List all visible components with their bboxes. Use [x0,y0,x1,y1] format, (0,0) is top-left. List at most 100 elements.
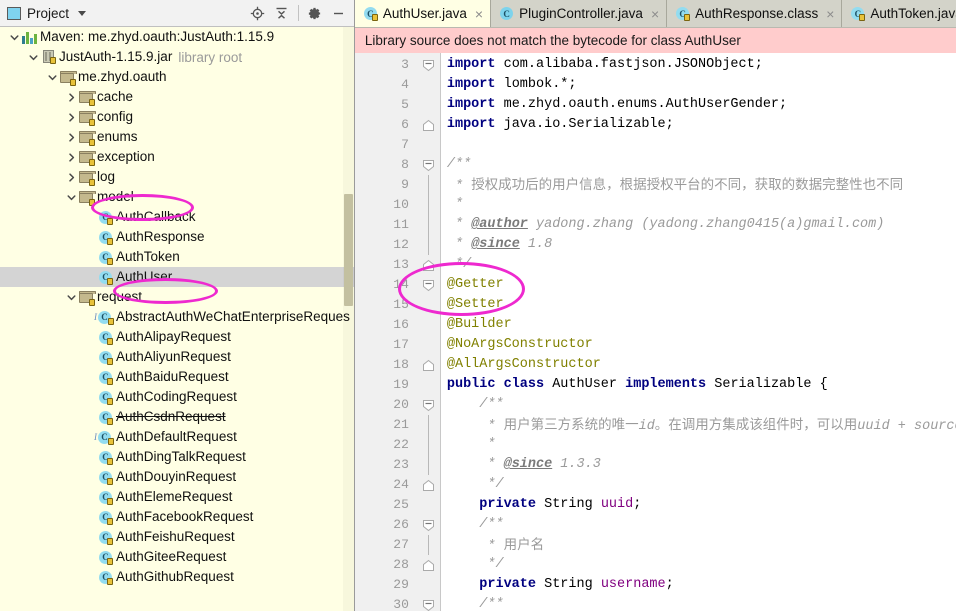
code-line[interactable]: /** [447,595,503,611]
gear-icon[interactable] [304,2,326,24]
editor-tab[interactable]: C AuthUser.java × [354,0,492,27]
project-panel-title-group[interactable]: Project [7,6,247,21]
minimize-icon[interactable] [328,2,350,24]
code-line[interactable]: import lombok.*; [447,75,577,95]
code-line[interactable]: * 用户名 [447,535,544,555]
tree-row[interactable]: C AuthResponse [0,227,354,247]
chevron-right-icon[interactable] [65,87,78,107]
tree-row[interactable]: JustAuth-1.15.9.jar library root [0,47,354,67]
tree-item-label: exception [97,149,155,164]
code-line[interactable]: import java.io.Serializable; [447,115,674,135]
code-line[interactable]: */ [447,255,471,275]
chevron-down-icon[interactable] [65,187,78,207]
tree-row[interactable]: C AuthDouyinRequest [0,467,354,487]
scrollbar-thumb[interactable] [343,194,353,306]
code-line[interactable]: @Getter [447,275,504,295]
tree-row[interactable]: C AuthCodingRequest [0,387,354,407]
tree-row[interactable]: C AuthAliyunRequest [0,347,354,367]
code-line[interactable]: * [447,435,495,455]
tree-row[interactable]: Maven: me.zhyd.oauth:JustAuth:1.15.9 [0,27,354,47]
code-line[interactable]: * @since 1.3.3 [447,455,600,475]
code-line[interactable]: * 用户第三方系统的唯一id。在调用方集成该组件时，可以用uuid + sour… [447,415,956,435]
fold-end-icon[interactable] [422,479,435,492]
tree-row[interactable]: request [0,287,354,307]
code-view[interactable]: 3 4 5 6 7 8 9 10 11 12 13 14 15 16 17 18 19 20 21 22 23 24 25 2… [354,53,956,611]
fold-collapse-icon[interactable] [422,279,435,292]
locate-icon[interactable] [247,2,269,24]
tree-row-selected[interactable]: C AuthUser [0,267,354,287]
close-icon[interactable]: × [475,7,483,21]
project-tree-scrollbar[interactable] [343,27,354,611]
tree-row[interactable]: C AuthToken [0,247,354,267]
tree-row[interactable]: C AuthFeishuRequest [0,527,354,547]
code-line[interactable]: @Setter [447,295,504,315]
code-line[interactable]: */ [447,555,503,575]
close-icon[interactable]: × [826,7,834,21]
code-line[interactable]: /** [447,155,471,175]
fold-collapse-icon[interactable] [422,159,435,172]
tree-row[interactable]: exception [0,147,354,167]
tree-row[interactable]: C AuthDingTalkRequest [0,447,354,467]
chevron-down-icon[interactable] [65,287,78,307]
tree-row[interactable]: C AuthGithubRequest [0,567,354,587]
tree-row[interactable]: C AuthElemeRequest [0,487,354,507]
tree-row[interactable]: me.zhyd.oauth [0,67,354,87]
code-line[interactable]: import me.zhyd.oauth.enums.AuthUserGende… [447,95,787,115]
editor-tab[interactable]: CAuthToken.java× [842,0,956,27]
code-line[interactable]: @Builder [447,315,512,335]
code-line[interactable]: import com.alibaba.fastjson.JSONObject; [447,55,763,75]
close-icon[interactable]: × [651,7,659,21]
code-line[interactable]: */ [447,475,503,495]
tree-row[interactable]: C AuthBaiduRequest [0,367,354,387]
code-line[interactable]: private String username; [447,575,673,595]
chevron-right-icon[interactable] [65,127,78,147]
fold-end-icon[interactable] [422,259,435,272]
collapse-all-icon[interactable] [271,2,293,24]
code-token: 用户第三方系统的唯一 [503,417,639,432]
fold-end-icon[interactable] [422,359,435,372]
tree-row[interactable]: C AuthCsdnRequest [0,407,354,427]
editor-tab[interactable]: C AuthResponse.class × [667,0,843,27]
code-line[interactable]: /** [447,515,503,535]
chevron-down-icon[interactable] [27,47,40,67]
code-line[interactable]: * [447,195,463,215]
code-line[interactable]: @NoArgsConstructor [447,335,593,355]
abstract-class-icon: IC [94,427,114,447]
code-text[interactable]: import com.alibaba.fastjson.JSONObject; i… [440,53,956,611]
fold-collapse-icon[interactable] [422,399,435,412]
fold-end-icon[interactable] [422,119,435,132]
tree-row[interactable]: config [0,107,354,127]
chevron-down-icon[interactable] [46,67,59,87]
tree-row[interactable]: log [0,167,354,187]
tree-row[interactable]: enums [0,127,354,147]
fold-end-icon[interactable] [422,559,435,572]
chevron-down-icon[interactable] [78,10,87,16]
fold-collapse-icon[interactable] [422,519,435,532]
code-line[interactable]: @AllArgsConstructor [447,355,601,375]
editor-tab[interactable]: C PluginController.java × [491,0,668,27]
fold-collapse-icon[interactable] [422,59,435,72]
tree-row[interactable]: C AuthCallback [0,207,354,227]
chevron-down-icon[interactable] [8,27,21,47]
code-line[interactable]: private String uuid; [447,495,641,515]
class-icon: C [97,227,114,247]
tree-item-sublabel: library root [178,49,243,65]
code-line[interactable]: public class AuthUser implements Seriali… [447,375,828,395]
tree-row[interactable]: cache [0,87,354,107]
chevron-right-icon[interactable] [65,107,78,127]
code-line[interactable]: * @author yadong.zhang (yadong.zhang0415… [447,215,884,235]
chevron-right-icon[interactable] [65,147,78,167]
chevron-right-icon[interactable] [65,167,78,187]
tree-row[interactable]: C AuthGiteeRequest [0,547,354,567]
code-line[interactable]: * 授权成功后的用户信息，根据授权平台的不同，获取的数据完整性也不同 [447,175,903,195]
code-line[interactable]: * @since 1.8 [447,235,552,255]
code-line[interactable]: /** [447,395,503,415]
tree-row[interactable]: C AuthFacebookRequest [0,507,354,527]
code-folding-strip[interactable] [416,53,441,611]
tree-row[interactable]: model [0,187,354,207]
tree-row[interactable]: C AuthAlipayRequest [0,327,354,347]
tree-row[interactable]: I C AuthDefaultRequest [0,427,354,447]
fold-collapse-icon[interactable] [422,599,435,611]
tree-row[interactable]: I C AbstractAuthWeChatEnterpriseReques [0,307,354,327]
